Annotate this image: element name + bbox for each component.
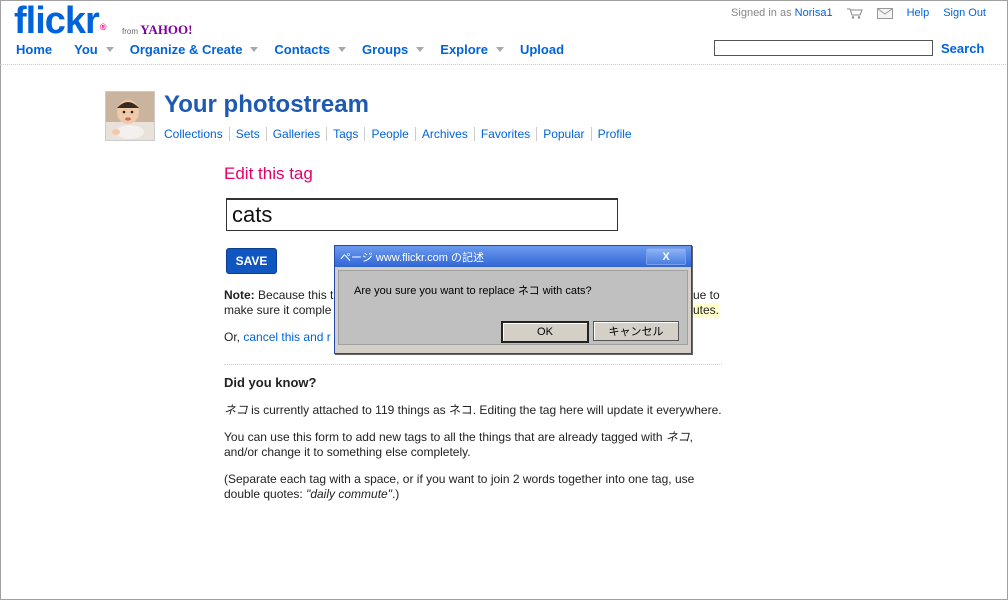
tag-usage-paragraph: ネコ is currently attached to 119 things a… — [224, 403, 724, 418]
account-bar: Signed in as Norisa1 Help Sign Out — [731, 7, 986, 19]
nav-explore-dropdown-icon[interactable] — [495, 47, 504, 52]
or-label: Or, — [224, 330, 241, 344]
logo-text: flickr — [14, 0, 100, 42]
header-divider — [0, 64, 1006, 65]
signed-in-label: Signed in as — [731, 7, 792, 19]
close-icon[interactable]: X — [646, 248, 686, 265]
p3-tail: .) — [391, 487, 400, 501]
p2-text: You can use this form to add new tags to… — [224, 430, 666, 444]
cancel-button[interactable]: キャンセル — [593, 321, 679, 341]
p3-line2: double quotes: — [224, 487, 307, 501]
logo-from-text: from — [122, 27, 138, 36]
avatar[interactable] — [105, 91, 155, 141]
confirm-dialog: ページ www.flickr.com の記述 X Are you sure yo… — [334, 245, 692, 354]
flickr-logo[interactable]: flickr® — [14, 0, 107, 42]
search-button[interactable]: Search — [941, 41, 984, 56]
nav-upload[interactable]: Upload — [520, 42, 564, 57]
note-line-1: Because this t — [258, 288, 334, 302]
p1-text: is currently attached to 119 things as — [247, 403, 449, 417]
nav-organize-dropdown-icon[interactable] — [250, 47, 259, 52]
subnav-galleries[interactable]: Galleries — [265, 127, 326, 141]
tag-name-italic: ネコ — [224, 403, 248, 417]
nav-you-dropdown-icon[interactable] — [105, 47, 114, 52]
baby-photo-icon — [106, 92, 154, 140]
page-title: Your photostream — [164, 91, 369, 118]
search-input[interactable] — [714, 40, 933, 56]
note-label: Note: — [224, 288, 255, 302]
p2-line2: and/or change it to something else compl… — [224, 445, 471, 459]
p1-tail: . Editing the tag here will update it ev… — [472, 403, 722, 417]
tag-name-input[interactable]: cats — [226, 198, 618, 231]
photostream-subnav: Collections Sets Galleries Tags People A… — [164, 127, 638, 141]
nav-you[interactable]: You — [74, 42, 98, 57]
from-yahoo-logo: from YAHOO! — [122, 22, 192, 38]
subnav-collections[interactable]: Collections — [164, 127, 229, 141]
p3-text: (Separate each tag with a space, or if y… — [224, 472, 695, 486]
note-line-2: make sure it comple — [224, 303, 332, 317]
nav-contacts[interactable]: Contacts — [274, 42, 330, 57]
nav-groups-dropdown-icon[interactable] — [416, 47, 425, 52]
nav-home[interactable]: Home — [16, 42, 52, 57]
subnav-sets[interactable]: Sets — [228, 127, 266, 141]
subnav-profile[interactable]: Profile — [590, 127, 638, 141]
edit-tag-heading: Edit this tag — [224, 164, 313, 183]
subnav-archives[interactable]: Archives — [414, 127, 474, 141]
mail-icon[interactable] — [876, 7, 893, 19]
dialog-titlebar[interactable]: ページ www.flickr.com の記述 X — [335, 246, 691, 267]
subnav-people[interactable]: People — [364, 127, 414, 141]
yahoo-text: YAHOO! — [140, 22, 193, 37]
separator-hint-paragraph: (Separate each tag with a space, or if y… — [224, 472, 724, 502]
help-link[interactable]: Help — [907, 7, 930, 19]
add-tags-paragraph: You can use this form to add new tags to… — [224, 430, 724, 460]
nav-organize[interactable]: Organize & Create — [130, 42, 243, 57]
username-link[interactable]: Norisa1 — [795, 7, 833, 19]
ok-button[interactable]: OK — [501, 321, 589, 343]
nav-contacts-dropdown-icon[interactable] — [338, 47, 347, 52]
p2-tail: , — [689, 430, 693, 444]
dialog-title: ページ www.flickr.com の記述 — [340, 251, 485, 264]
cancel-line: Or, cancel this and r — [224, 330, 331, 344]
cart-icon[interactable] — [846, 8, 863, 19]
section-divider — [224, 364, 722, 365]
cancel-link[interactable]: cancel this and r — [243, 330, 330, 344]
did-you-know-heading: Did you know? — [224, 375, 317, 390]
save-button[interactable]: SAVE — [226, 248, 277, 274]
logo-registered-mark: ® — [99, 22, 107, 32]
main-nav: Home You Organize & Create Contacts Grou… — [16, 42, 564, 57]
p1-tag: ネコ — [449, 403, 473, 417]
subnav-tags[interactable]: Tags — [326, 127, 364, 141]
nav-groups[interactable]: Groups — [362, 42, 408, 57]
nav-explore[interactable]: Explore — [440, 42, 488, 57]
p2-tag: ネコ — [665, 430, 690, 444]
subnav-popular[interactable]: Popular — [536, 127, 590, 141]
dialog-message: Are you sure you want to replace ネコ with… — [354, 285, 592, 297]
note-line-1-tail: ue to — [693, 288, 720, 302]
subnav-favorites[interactable]: Favorites — [473, 127, 536, 141]
dialog-body: Are you sure you want to replace ネコ with… — [338, 270, 688, 345]
note-line-2-tail: utes. — [693, 303, 720, 318]
p3-example: "daily commute" — [306, 487, 392, 501]
sign-out-link[interactable]: Sign Out — [943, 7, 986, 19]
